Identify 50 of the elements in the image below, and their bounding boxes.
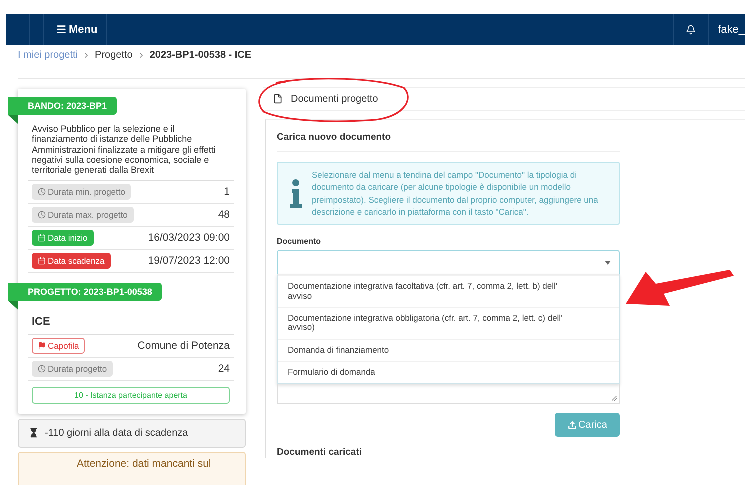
document-select[interactable] bbox=[277, 250, 620, 274]
section-title: Documenti caricati bbox=[277, 447, 363, 458]
dropdown-option[interactable]: Domanda di finanziamento bbox=[278, 338, 619, 361]
project-title: ICE bbox=[28, 310, 234, 335]
calendar-icon bbox=[38, 234, 46, 242]
label-badge: Capofila bbox=[32, 338, 86, 354]
notification-button[interactable] bbox=[673, 14, 710, 45]
documents-tab[interactable]: Documenti progetto bbox=[263, 87, 745, 111]
info-icon bbox=[290, 178, 302, 209]
info-text: Selezionare dal menu a tendina del campo "Documento" la tipologia di documento da caricare (per alcune tipologie è disponibile un modello preimpostato). Scegliere il documento dal proprio computer, aggiungere una descrizione e caricarlo in piattaforma con il tasto "Carica". bbox=[312, 169, 600, 218]
calendar-icon bbox=[38, 256, 46, 265]
row-value: 24 bbox=[218, 362, 230, 375]
upload-icon bbox=[568, 420, 577, 430]
document-icon bbox=[273, 94, 283, 104]
warning-notice: Attenzione: dati mancanti sul bbox=[18, 452, 246, 485]
panel-title: Carica nuovo documento bbox=[277, 132, 620, 152]
resize-icon bbox=[612, 396, 617, 402]
caret-icon bbox=[605, 260, 611, 265]
bando-description: Avviso Pubblico per la selezione e il finanziamento di istanze delle Pubbliche Amministrazioni finalizzate a mitigare gli effetti negativi sulla coesione economica, sociale e territoriale generati dalla Brexit bbox=[28, 124, 234, 181]
field-label: Documento bbox=[277, 237, 322, 246]
row-value: Comune di Potenza bbox=[138, 340, 230, 352]
label-badge: Data inizio bbox=[32, 230, 94, 246]
user-name[interactable]: fake_ bbox=[709, 14, 745, 45]
description-field[interactable] bbox=[277, 384, 620, 404]
row-value: 16/03/2023 09:00 bbox=[148, 232, 230, 244]
dropdown-option[interactable]: Documentazione integrativa obbligatoria (cfr. art. 7, comma 2, lett. c) dell' avviso) bbox=[278, 306, 619, 339]
menu-icon bbox=[56, 24, 67, 35]
documents-tab-label: Documenti progetto bbox=[291, 94, 378, 104]
row-value: 1 bbox=[224, 186, 230, 198]
bando-ribbon: BANDO: 2023-BP1 bbox=[8, 97, 118, 115]
row-value: 19/07/2023 12:00 bbox=[148, 254, 230, 267]
menu-button[interactable]: Menu bbox=[44, 14, 107, 45]
label-badge: Durata max. progetto bbox=[32, 206, 134, 223]
label-badge: Data scadenza bbox=[32, 252, 111, 269]
dropdown-option[interactable]: Documentazione integrativa facoltativa (cfr. art. 7, comma 2, lett. b) dell' avviso bbox=[278, 275, 619, 307]
label-badge: Durata progetto bbox=[32, 360, 114, 377]
clock-icon bbox=[38, 364, 46, 373]
flag-icon bbox=[38, 342, 46, 350]
breadcrumb-item: Progetto bbox=[95, 50, 133, 61]
bell-icon bbox=[686, 24, 696, 34]
clock-icon bbox=[38, 210, 46, 219]
breadcrumb-item: 2023-BP1-00538 - ICE bbox=[150, 50, 252, 61]
hourglass-icon bbox=[29, 428, 39, 438]
clock-icon bbox=[38, 188, 46, 196]
label-badge: Durata min. progetto bbox=[32, 184, 132, 200]
deadline-text: -110 giorni alla data di scadenza bbox=[45, 428, 188, 439]
status-label: 10 - Istanza partecipante aperta bbox=[32, 386, 230, 404]
dropdown-option[interactable]: Formulario di domanda bbox=[278, 360, 619, 384]
project-ribbon: PROGETTO: 2023-BP1-00538 bbox=[8, 282, 162, 301]
row-value: 48 bbox=[218, 208, 230, 221]
